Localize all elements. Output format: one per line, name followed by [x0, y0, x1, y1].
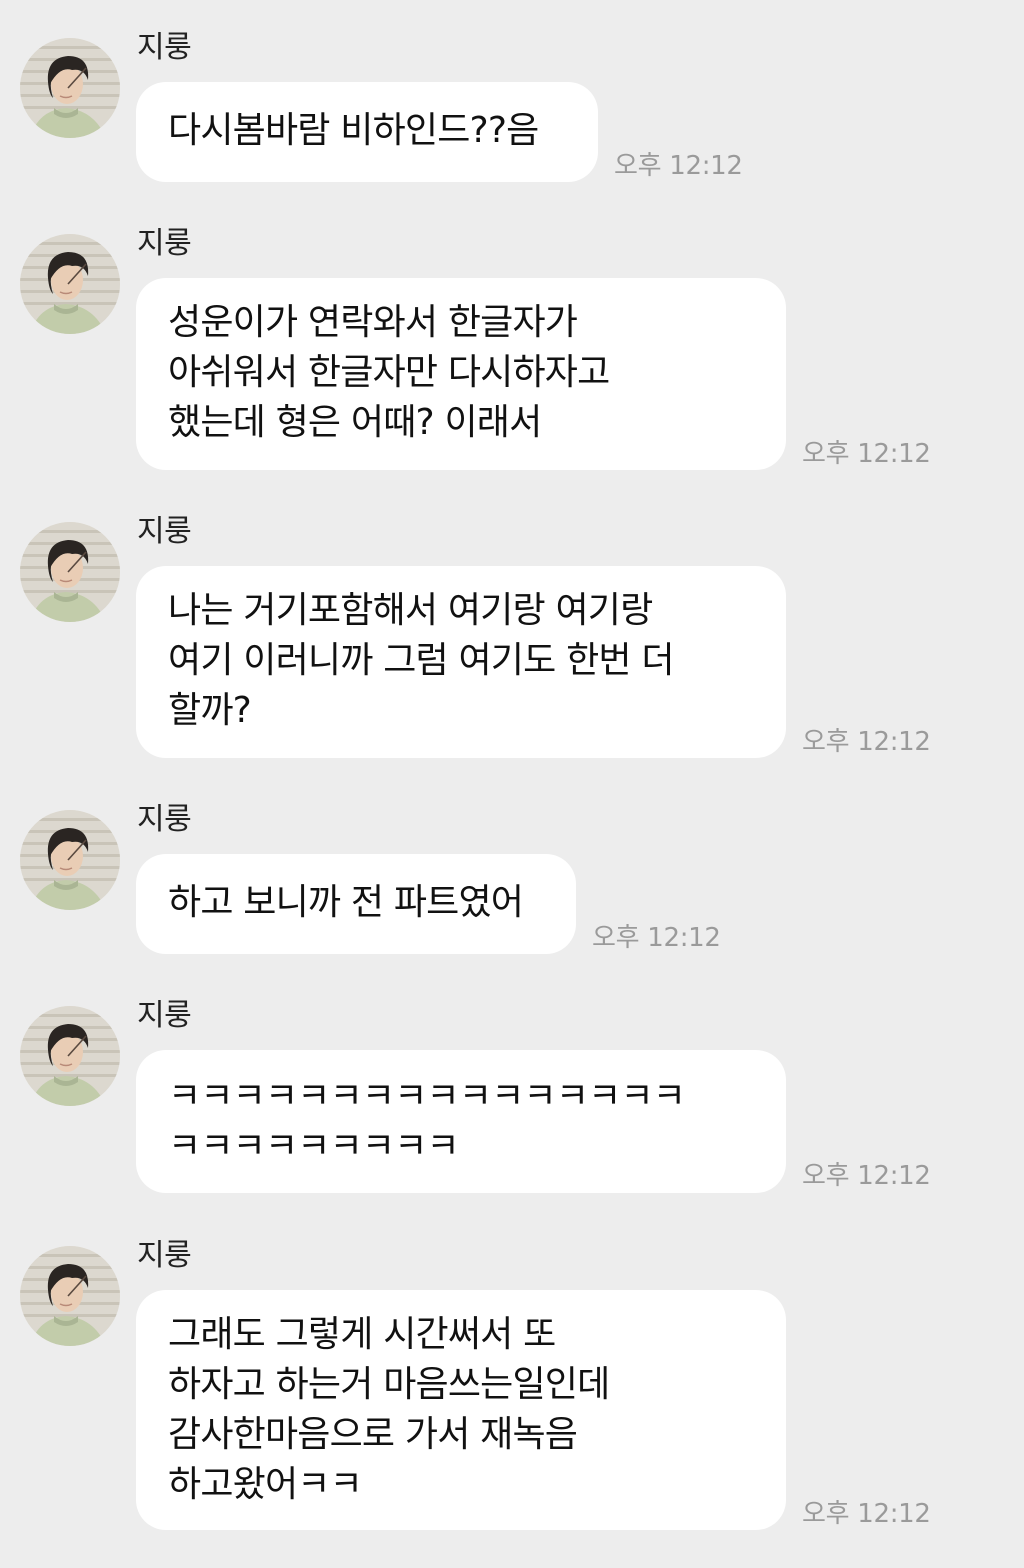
message-bubble[interactable]: 하고 보니까 전 파트였어 [136, 854, 576, 954]
message-time: 오후 12:12 [802, 727, 931, 757]
message-time: 오후 12:12 [592, 923, 721, 953]
message-text: 할까? [168, 690, 252, 731]
avatar[interactable] [20, 38, 120, 138]
sender-name: 지룽 [137, 998, 192, 1033]
message-bubble[interactable]: ㅋㅋㅋㅋㅋㅋㅋㅋㅋㅋㅋㅋㅋㅋㅋㅋ ㅋㅋㅋㅋㅋㅋㅋㅋㅋ [136, 1050, 786, 1193]
avatar[interactable] [20, 1006, 120, 1106]
sender-name: 지룽 [137, 802, 192, 837]
message-text: 하자고 하는거 마음쓰는일인데 [168, 1364, 610, 1405]
message-text: 하고 보니까 전 파트였어 [168, 882, 524, 923]
message-text: 여기 이러니까 그럼 여기도 한번 더 [168, 640, 675, 681]
message-time: 오후 12:12 [802, 1161, 931, 1191]
message-time: 오후 12:12 [802, 439, 931, 469]
message-text: 성운이가 연락와서 한글자가 [168, 302, 578, 343]
message-text: 다시봄바람 비하인드??음 [168, 110, 539, 151]
message-text: 감사한마음으로 가서 재녹음 [168, 1414, 578, 1455]
sender-name: 지룽 [137, 514, 192, 549]
sender-name: 지룽 [137, 1238, 192, 1273]
message-time: 오후 12:12 [614, 151, 743, 181]
avatar[interactable] [20, 234, 120, 334]
message-text: ㅋㅋㅋㅋㅋㅋㅋㅋㅋ [168, 1126, 460, 1167]
avatar[interactable] [20, 1246, 120, 1346]
message-text: ㅋㅋㅋㅋㅋㅋㅋㅋㅋㅋㅋㅋㅋㅋㅋㅋ [168, 1076, 686, 1117]
message-bubble[interactable]: 성운이가 연락와서 한글자가 아쉬워서 한글자만 다시하자고 했는데 형은 어때… [136, 278, 786, 470]
sender-name: 지룽 [137, 30, 192, 65]
message-bubble[interactable]: 나는 거기포함해서 여기랑 여기랑 여기 이러니까 그럼 여기도 한번 더 할까… [136, 566, 786, 758]
message-text: 아쉬워서 한글자만 다시하자고 [168, 352, 610, 393]
sender-name: 지룽 [137, 226, 192, 261]
message-text: 나는 거기포함해서 여기랑 여기랑 [168, 590, 653, 631]
message-time: 오후 12:12 [802, 1499, 931, 1529]
message-bubble[interactable]: 그래도 그렇게 시간써서 또 하자고 하는거 마음쓰는일인데 감사한마음으로 가… [136, 1290, 786, 1530]
avatar[interactable] [20, 522, 120, 622]
message-bubble[interactable]: 다시봄바람 비하인드??음 [136, 82, 598, 182]
message-text: 했는데 형은 어때? 이래서 [168, 402, 542, 443]
chat-log[interactable]: 지룽 다시봄바람 비하인드??음 오후 12:12 지룽 성운이가 연락와서 한… [0, 0, 1024, 1568]
message-text: 하고왔어ㅋㅋ [168, 1464, 363, 1505]
message-text: 그래도 그렇게 시간써서 또 [168, 1314, 556, 1355]
avatar[interactable] [20, 810, 120, 910]
